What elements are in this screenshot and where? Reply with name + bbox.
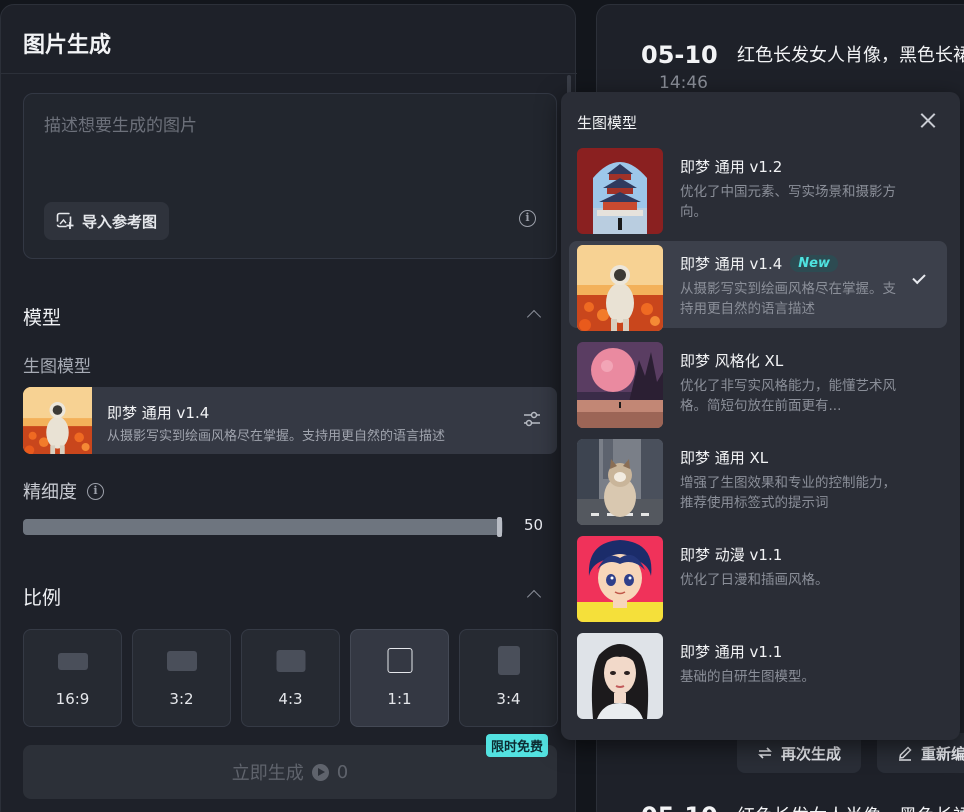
ratio-16-9-icon bbox=[57, 653, 88, 670]
model-option[interactable]: 即梦 通用 v1.1 基础的自研生图模型。 bbox=[569, 629, 947, 716]
close-icon[interactable] bbox=[920, 112, 936, 128]
model-option[interactable]: 即梦 通用 XL 增强了生图效果和专业的控制能力，推荐使用标签式的提示词 bbox=[569, 435, 947, 522]
model-name-text: 即梦 动漫 v1.1 bbox=[680, 546, 783, 564]
model-option[interactable]: 即梦 动漫 v1.1 优化了日漫和插画风格。 bbox=[569, 532, 947, 619]
image-generation-panel: 图片生成 导入参考图 i 模型 生图模型 即梦 通用 v1.4 从摄影写实到绘画… bbox=[0, 4, 577, 812]
slider-thumb[interactable] bbox=[497, 517, 502, 537]
ratio-option-3-4[interactable]: 3:4 bbox=[459, 629, 558, 727]
model-name: 即梦 风格化 XL bbox=[680, 350, 783, 371]
ratio-label: 16:9 bbox=[55, 690, 90, 708]
history-prompt: 红色长发女人肖像，黑色长裙 bbox=[737, 802, 964, 812]
new-badge: New bbox=[790, 255, 838, 272]
precision-label-row: 精细度 i bbox=[23, 478, 104, 504]
model-name: 即梦 通用 v1.2 bbox=[680, 156, 782, 177]
dropdown-title: 生图模型 bbox=[577, 114, 638, 132]
model-name-text: 即梦 通用 v1.2 bbox=[680, 158, 783, 176]
model-thumbnail bbox=[577, 342, 663, 428]
model-option-selected[interactable]: 即梦 通用 v1.4 New 从摄影写实到绘画风格尽在掌握。支持用更自然的语言描… bbox=[569, 241, 947, 328]
model-option[interactable]: 即梦 通用 v1.2 优化了中国元素、写实场景和摄影方向。 bbox=[569, 144, 947, 231]
edit-icon bbox=[899, 746, 912, 761]
prompt-box: 导入参考图 i bbox=[23, 93, 557, 259]
history-prompt: 红色长发女人肖像，黑色长裙 bbox=[737, 45, 964, 66]
ratio-3-4-icon bbox=[497, 646, 520, 675]
generate-cost: 0 bbox=[336, 761, 349, 783]
model-section-heading: 模型 bbox=[23, 307, 62, 329]
generate-label: 立即生成 bbox=[231, 763, 304, 784]
info-icon[interactable]: i bbox=[87, 482, 104, 500]
history-time: 14:46 bbox=[659, 73, 708, 93]
model-list: 即梦 通用 v1.2 优化了中国元素、写实场景和摄影方向。 即梦 通用 v1.4… bbox=[569, 144, 947, 726]
reedit-label: 重新编辑 bbox=[921, 744, 964, 763]
model-thumbnail bbox=[23, 387, 92, 454]
regenerate-label: 再次生成 bbox=[781, 744, 842, 763]
refresh-icon bbox=[758, 747, 772, 759]
ratio-4-3-icon bbox=[276, 650, 305, 672]
ratio-section-heading: 比例 bbox=[23, 587, 62, 609]
model-desc: 优化了日漫和插画风格。 bbox=[680, 572, 829, 588]
chevron-up-icon[interactable] bbox=[526, 309, 542, 325]
selected-model-desc: 从摄影写实到绘画风格尽在掌握。支持用更自然的语言描述 bbox=[107, 429, 446, 444]
ratio-label: 4:3 bbox=[278, 690, 303, 708]
ratio-option-1-1[interactable]: 1:1 bbox=[350, 629, 449, 727]
info-icon[interactable]: i bbox=[519, 210, 536, 227]
model-desc: 优化了非写实风格能力，能懂艺术风格。简短句放在前面更有... bbox=[680, 378, 896, 414]
import-reference-label: 导入参考图 bbox=[82, 212, 158, 231]
ratio-option-16-9[interactable]: 16:9 bbox=[23, 629, 122, 727]
model-label: 生图模型 bbox=[23, 357, 91, 377]
model-thumbnail bbox=[577, 536, 663, 622]
ratio-option-4-3[interactable]: 4:3 bbox=[241, 629, 340, 727]
selected-model-name: 即梦 通用 v1.4 bbox=[107, 404, 210, 422]
model-name-text: 即梦 通用 v1.1 bbox=[680, 643, 783, 661]
precision-label: 精细度 bbox=[23, 482, 77, 503]
ratio-label: 3:4 bbox=[496, 690, 521, 708]
model-name-text: 即梦 通用 XL bbox=[680, 449, 769, 467]
precision-value: 50 bbox=[524, 516, 544, 534]
sliders-icon[interactable] bbox=[523, 410, 541, 428]
model-dropdown: 生图模型 即梦 通用 v1.2 优化了中国元素、写实场景和摄影方向。 即梦 通用… bbox=[561, 92, 960, 740]
ratio-option-3-2[interactable]: 3:2 bbox=[132, 629, 231, 727]
model-option[interactable]: 即梦 风格化 XL 优化了非写实风格能力，能懂艺术风格。简短句放在前面更有... bbox=[569, 338, 947, 425]
model-thumbnail bbox=[577, 148, 663, 234]
model-thumbnail bbox=[577, 633, 663, 719]
slider-fill bbox=[23, 519, 499, 535]
model-name: 即梦 通用 v1.1 bbox=[680, 641, 782, 662]
model-name-text: 即梦 通用 v1.4 bbox=[680, 255, 783, 273]
model-name: 即梦 通用 v1.4 New bbox=[680, 253, 838, 274]
ratio-label: 3:2 bbox=[169, 690, 194, 708]
model-name: 即梦 动漫 v1.1 bbox=[680, 544, 782, 565]
model-thumbnail bbox=[577, 439, 663, 525]
history-date: 05-10 bbox=[641, 802, 718, 812]
model-desc: 基础的自研生图模型。 bbox=[680, 669, 815, 685]
check-icon bbox=[912, 270, 926, 285]
model-name: 即梦 通用 XL bbox=[680, 447, 768, 468]
ratio-label: 1:1 bbox=[387, 690, 412, 708]
model-desc: 从摄影写实到绘画风格尽在掌握。支持用更自然的语言描述 bbox=[680, 281, 896, 317]
ratio-1-1-icon bbox=[387, 648, 412, 673]
ratio-options: 16:9 3:2 4:3 1:1 3:4 bbox=[23, 629, 558, 727]
chevron-up-icon[interactable] bbox=[526, 589, 542, 605]
prompt-input[interactable] bbox=[44, 116, 524, 136]
ratio-3-2-icon bbox=[166, 651, 197, 671]
page-title: 图片生成 bbox=[23, 33, 112, 58]
credit-icon bbox=[311, 763, 329, 781]
model-thumbnail bbox=[577, 245, 663, 331]
import-reference-button[interactable]: 导入参考图 bbox=[44, 202, 170, 240]
free-badge: 限时免费 bbox=[486, 734, 549, 757]
generate-button[interactable]: 立即生成 0 bbox=[23, 745, 557, 799]
history-date: 05-10 bbox=[641, 41, 718, 69]
model-name-text: 即梦 风格化 XL bbox=[680, 352, 784, 370]
model-desc: 优化了中国元素、写实场景和摄影方向。 bbox=[680, 184, 896, 220]
model-selector[interactable]: 即梦 通用 v1.4 从摄影写实到绘画风格尽在掌握。支持用更自然的语言描述 bbox=[23, 387, 557, 454]
model-desc: 增强了生图效果和专业的控制能力，推荐使用标签式的提示词 bbox=[680, 475, 896, 511]
image-add-icon bbox=[56, 212, 74, 229]
precision-slider[interactable] bbox=[23, 517, 503, 537]
divider bbox=[1, 73, 577, 74]
